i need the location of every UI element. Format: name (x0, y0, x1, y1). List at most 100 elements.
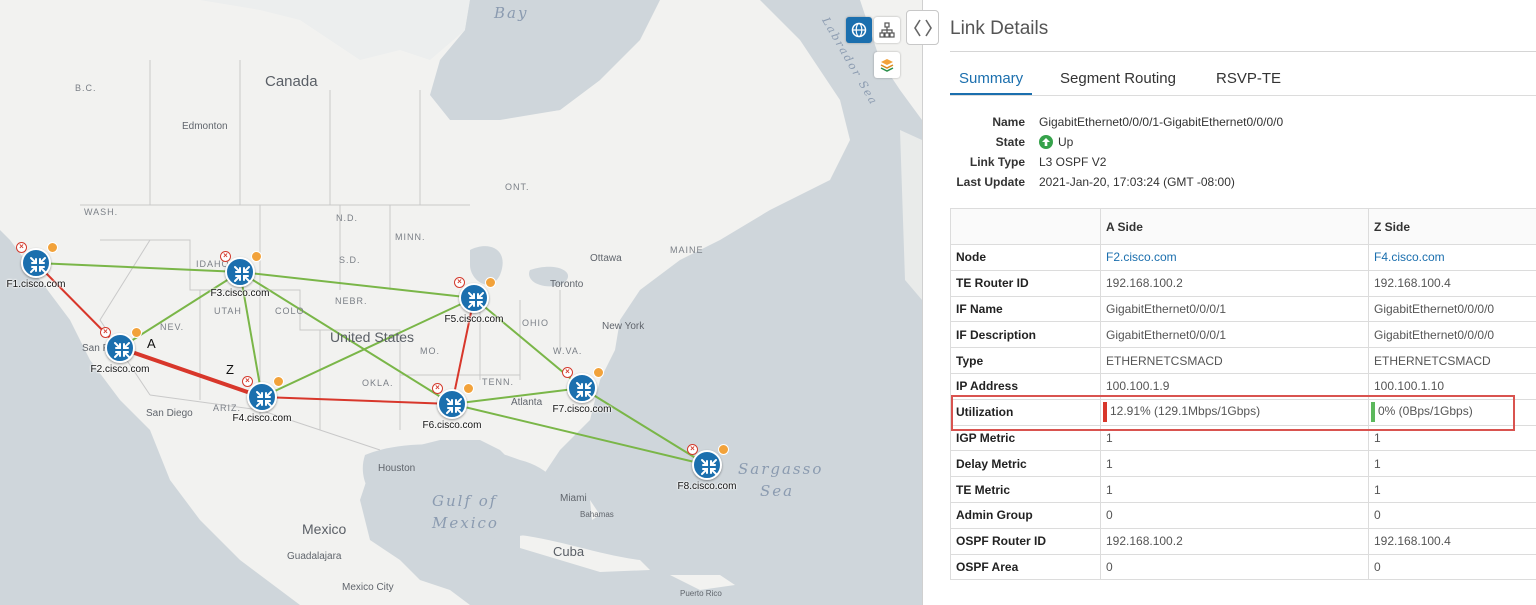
tab-segment-routing[interactable]: Segment Routing (1060, 70, 1176, 87)
row-key: IGP Metric (950, 424, 1101, 452)
router-node-f1[interactable]: × (16, 242, 58, 278)
table-row: TE Router ID 192.168.100.2 192.168.100.4 (950, 269, 1536, 297)
tab-summary[interactable]: Summary (959, 70, 1023, 87)
map-label-wash: WASH. (84, 207, 119, 217)
table-header-row: A Side Z Side (950, 208, 1536, 245)
router-node-f2[interactable]: × (100, 327, 142, 363)
z-side-value: GigabitEthernet0/0/0/0 (1368, 295, 1536, 323)
row-key: IP Address (950, 372, 1101, 400)
router-icon (459, 283, 489, 313)
summary-state-key: State (995, 135, 1025, 149)
map-label-tenn: TENN. (482, 377, 514, 387)
a-side-cell: 12.91% (129.1Mbps/1Gbps) (1100, 398, 1369, 426)
a-side-value: GigabitEthernet0/0/0/1 (1100, 321, 1369, 349)
z-side-value: 1 (1368, 424, 1536, 452)
table-row: IGP Metric 1 1 (950, 424, 1536, 452)
router-node-label: F7.cisco.com (552, 404, 612, 415)
router-node-f8[interactable]: × (687, 444, 729, 480)
tab-rsvp-te[interactable]: RSVP-TE (1216, 70, 1281, 87)
row-key: OSPF Router ID (950, 527, 1101, 555)
router-node-f5[interactable]: × (454, 277, 496, 313)
z-side-value: 1 (1368, 450, 1536, 478)
row-key: OSPF Area (950, 553, 1101, 581)
warning-alarm-icon (273, 376, 284, 387)
map-label-puerto-rico: Puerto Rico (680, 589, 722, 598)
globe-view-button[interactable] (846, 17, 872, 43)
a-side-value: 1 (1100, 476, 1369, 503)
panel-toggle-button[interactable] (906, 10, 939, 45)
table-row: Admin Group 0 0 (950, 501, 1536, 529)
critical-alarm-icon: × (220, 251, 231, 262)
router-icon (105, 333, 135, 363)
critical-alarm-icon: × (16, 242, 27, 253)
map-label-miami: Miami (560, 493, 587, 504)
z-side-value: 192.168.100.4 (1368, 269, 1536, 297)
map-label-mexico-city: Mexico City (342, 582, 394, 593)
router-node-f6[interactable]: × (432, 383, 474, 419)
logical-view-button[interactable] (874, 17, 900, 43)
map-label-nd: N.D. (336, 213, 358, 223)
map-label-gulf-1: Gulf of (432, 492, 498, 510)
topology-map[interactable]: Bay Labrador Sea Canada B.C. Edmonton ON… (0, 0, 922, 605)
router-node-f4[interactable]: × (242, 376, 284, 412)
summary-name-key: Name (992, 115, 1025, 129)
z-side-node-link[interactable]: F4.cisco.com (1374, 250, 1445, 264)
router-node-label: F3.cisco.com (210, 288, 270, 299)
router-icon (247, 382, 277, 412)
row-key: Type (950, 347, 1101, 374)
map-label-bc: B.C. (75, 83, 97, 93)
topology-icon (879, 22, 895, 38)
a-side-value: 1 (1100, 424, 1369, 452)
warning-alarm-icon (251, 251, 262, 262)
map-label-gulf-2: Mexico (432, 514, 499, 532)
summary-type-key: Link Type (969, 155, 1025, 169)
router-node-f3[interactable]: × (220, 251, 262, 287)
layers-icon (880, 59, 894, 72)
map-label-ohio: OHIO (522, 318, 550, 328)
warning-alarm-icon (463, 383, 474, 394)
router-icon (692, 450, 722, 480)
map-label-cuba: Cuba (553, 544, 585, 559)
summary-update-value: 2021-Jan-20, 17:03:24 (GMT -08:00) (1039, 175, 1235, 189)
a-side-value: 192.168.100.2 (1100, 527, 1369, 555)
router-icon (567, 373, 597, 403)
layers-button[interactable] (874, 52, 900, 78)
row-key: TE Router ID (950, 269, 1101, 297)
warning-alarm-icon (47, 242, 58, 253)
header-blank (950, 208, 1101, 245)
summary-type-value: L3 OSPF V2 (1039, 155, 1107, 169)
critical-alarm-icon: × (454, 277, 465, 288)
a-side-value: ETHERNETCSMACD (1100, 347, 1369, 374)
table-row: OSPF Router ID 192.168.100.2 192.168.100.4 (950, 527, 1536, 555)
map-label-guadalajara: Guadalajara (287, 551, 342, 562)
a-side-node-link[interactable]: F2.cisco.com (1106, 250, 1177, 264)
map-label-minn: MINN. (395, 232, 426, 242)
map-label-okla: OKLA. (362, 378, 394, 388)
warning-alarm-icon (485, 277, 496, 288)
router-node-f7[interactable]: × (562, 367, 604, 403)
a-side-value: 0 (1100, 501, 1369, 529)
link-details-panel: Link Details Summary Segment Routing RSV… (906, 0, 1536, 605)
link-endpoint-a-label: A (147, 336, 156, 351)
map-label-ottawa: Ottawa (590, 253, 622, 264)
table-row: Delay Metric 1 1 (950, 450, 1536, 478)
table-row: IF Name GigabitEthernet0/0/0/1 GigabitEthe… (950, 295, 1536, 323)
table-row: IF Description GigabitEthernet0/0/0/1 Giga… (950, 321, 1536, 349)
router-node-label: F8.cisco.com (677, 481, 737, 492)
map-label-toronto: Toronto (550, 279, 584, 290)
summary-name-value: GigabitEthernet0/0/0/1-GigabitEthernet0/… (1039, 115, 1284, 129)
warning-alarm-icon (718, 444, 729, 455)
critical-alarm-icon: × (242, 376, 253, 387)
summary-update-key: Last Update (956, 175, 1025, 189)
router-icon (437, 389, 467, 419)
warning-alarm-icon (131, 327, 142, 338)
map-label-mexico: Mexico (302, 521, 347, 537)
map-label-united-states: United States (330, 329, 415, 345)
map-label-canada: Canada (265, 73, 318, 90)
router-node-label: F5.cisco.com (444, 314, 504, 325)
row-key: TE Metric (950, 476, 1101, 503)
a-side-utilization-bar (1103, 402, 1107, 423)
router-node-label: F6.cisco.com (422, 420, 482, 431)
map-label-nev: NEV. (160, 322, 185, 332)
app-root: Bay Labrador Sea Canada B.C. Edmonton ON… (0, 0, 1536, 605)
